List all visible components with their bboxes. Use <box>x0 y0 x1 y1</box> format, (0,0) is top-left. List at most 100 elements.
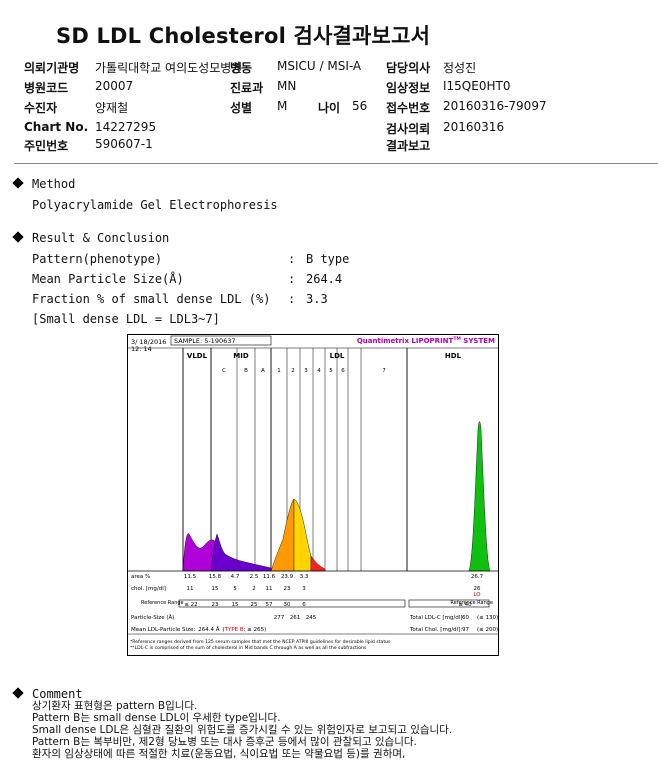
page-title: SD LDL Cholesterol 검사결과보고서 <box>56 24 431 48</box>
footnote-1: *Reference ranges derived from 125 serum… <box>130 639 391 645</box>
label-receipt-no: 접수번호 <box>386 101 431 115</box>
area-value: 3.3 <box>300 574 309 580</box>
ldlc-ref: (≤ 130) <box>477 615 498 621</box>
chol-value: 23 <box>284 586 291 592</box>
area-label: area % <box>131 574 150 580</box>
band-label: C <box>222 368 226 374</box>
bullet-icon <box>12 177 24 189</box>
area-value: 4.7 <box>231 574 240 580</box>
result-label-fraction: Fraction % of small dense LDL (%) <box>32 292 271 306</box>
bullet-icon <box>12 687 24 699</box>
value-ward: MSICU / MSI-A <box>277 59 362 73</box>
band-label: 4 <box>317 368 321 374</box>
label-request-date: 검사의뢰 <box>386 122 431 136</box>
band-label: 1 <box>277 368 281 374</box>
brand-tail: SYSTEM <box>461 337 495 345</box>
ref-value: 6 <box>302 602 306 608</box>
ref-label-right: Reference Range <box>450 600 493 606</box>
hdl-flag: LO <box>473 592 481 598</box>
label-sex: 성별 <box>230 101 253 115</box>
value-request-date: 20160316 <box>443 120 505 134</box>
mean-label: Mean LDL-Particle Size: 264.4 Å (TYPE B; ≥… <box>131 626 266 633</box>
band-label: 6 <box>341 368 345 374</box>
area-value: 26.7 <box>471 574 484 580</box>
comment-line-4: Pattern B는 복부비만, 제2형 당뇨병 또는 대사 증후군 등에서 많… <box>32 736 417 748</box>
method-heading-text: Method <box>32 177 76 191</box>
tchol-value: 97 <box>462 627 469 633</box>
chol-value: 2 <box>252 586 256 592</box>
bullet-icon <box>12 231 24 243</box>
result-note: [Small dense LDL = LDL3~7] <box>32 312 220 326</box>
comment-line-2: Pattern B는 small dense LDL이 우세한 type입니다. <box>32 712 281 724</box>
lipoprint-chart: 3/ 18/2016 12: 14 SAMPLE: 5-190637 Quant… <box>127 334 499 656</box>
ref-value: 23 <box>212 602 219 608</box>
group-label-vldl: VLDL <box>187 352 208 360</box>
result-colon: : <box>288 272 296 286</box>
label-age: 나이 <box>318 101 341 115</box>
band-label: 7 <box>382 368 386 374</box>
ref-label: Reference Range <box>141 600 184 606</box>
ref-value: ≤ 22 <box>184 602 197 608</box>
result-label-size: Mean Particle Size(Å) <box>32 272 184 286</box>
band-label: 3 <box>304 368 308 374</box>
area-value: 2.5 <box>250 574 259 580</box>
value-department: MN <box>277 79 297 93</box>
label-ward: 병동 <box>230 61 253 75</box>
result-heading: Result & Conclusion <box>12 231 170 245</box>
result-value-pattern: B type <box>306 252 350 266</box>
ref-value: 25 <box>251 602 258 608</box>
chart-brand: Quantimetrix LIPOPRINTTM SYSTEM <box>357 336 495 345</box>
ref-value: 57 <box>266 602 273 608</box>
label-institution: 의뢰기관명 <box>24 61 80 75</box>
mean-label-text: Mean LDL-Particle Size: <box>131 627 195 633</box>
band-label: 5 <box>329 368 333 374</box>
value-chart-no: 14227295 <box>95 120 157 134</box>
label-patient: 수진자 <box>24 101 58 115</box>
method-heading: Method <box>12 177 76 191</box>
chol-value: 15 <box>212 586 219 592</box>
mean-type-post: ; ≥ 265) <box>244 627 267 633</box>
chart-sample: SAMPLE: 5-190637 <box>174 337 236 345</box>
label-chart-no: Chart No. <box>24 120 89 134</box>
result-value-fraction: 3.3 <box>306 292 328 306</box>
particle-size-value: 261 <box>290 615 301 621</box>
area-value: 11.6 <box>263 574 276 580</box>
chol-value: 3 <box>302 586 306 592</box>
result-heading-text: Result & Conclusion <box>32 231 170 245</box>
comment-heading: Comment <box>12 687 83 701</box>
brand-name: Quantimetrix LIPOPRINT <box>357 337 454 345</box>
value-doctor: 정성진 <box>443 61 477 75</box>
tchol-label: Total Chol. [mg/dl]: <box>409 627 462 633</box>
value-clinical-info: I15QE0HT0 <box>443 79 511 93</box>
result-colon: : <box>288 252 296 266</box>
chol-value: 26 <box>474 586 481 592</box>
result-label-pattern: Pattern(phenotype) <box>32 252 163 266</box>
area-value: 23.9 <box>281 574 294 580</box>
result-value-size: 264.4 <box>306 272 343 286</box>
band-label: B <box>244 368 248 374</box>
chol-value: 5 <box>233 586 237 592</box>
header-divider <box>14 163 658 164</box>
chart-time: 12: 14 <box>131 345 152 353</box>
ldlc-value: 60 <box>462 615 469 621</box>
value-sex: M <box>277 99 288 113</box>
value-hospital-code: 20007 <box>95 79 134 93</box>
chol-label: chol. [mg/dl] <box>131 586 166 592</box>
area-value: 15.8 <box>209 574 222 580</box>
chol-value: 11 <box>187 586 194 592</box>
label-report-date: 결과보고 <box>386 139 431 153</box>
comment-line-1: 상기환자 표현형은 pattern B입니다. <box>32 700 198 712</box>
footnote-2: **LDL-C is comprised of the sum of chole… <box>130 645 367 651</box>
comment-line-3: Small dense LDL은 심혈관 질환의 위험도를 증가시킬 수 있는 … <box>32 724 453 736</box>
ldlc-label: Total LDL-C [mg/dl]: <box>409 615 464 621</box>
method-text: Polyacrylamide Gel Electrophoresis <box>32 198 278 212</box>
particle-size-value: 277 <box>274 615 285 621</box>
mean-type: TYPE B <box>224 627 244 633</box>
mean-value: 264.4 Å <box>198 626 219 633</box>
value-receipt-no: 20160316-79097 <box>443 99 547 113</box>
ref-label-text: Reference Range <box>141 600 184 606</box>
comment-heading-text: Comment <box>32 687 83 701</box>
value-age: 56 <box>352 99 368 113</box>
group-label-hdl: HDL <box>445 352 462 360</box>
band-label: 2 <box>291 368 295 374</box>
